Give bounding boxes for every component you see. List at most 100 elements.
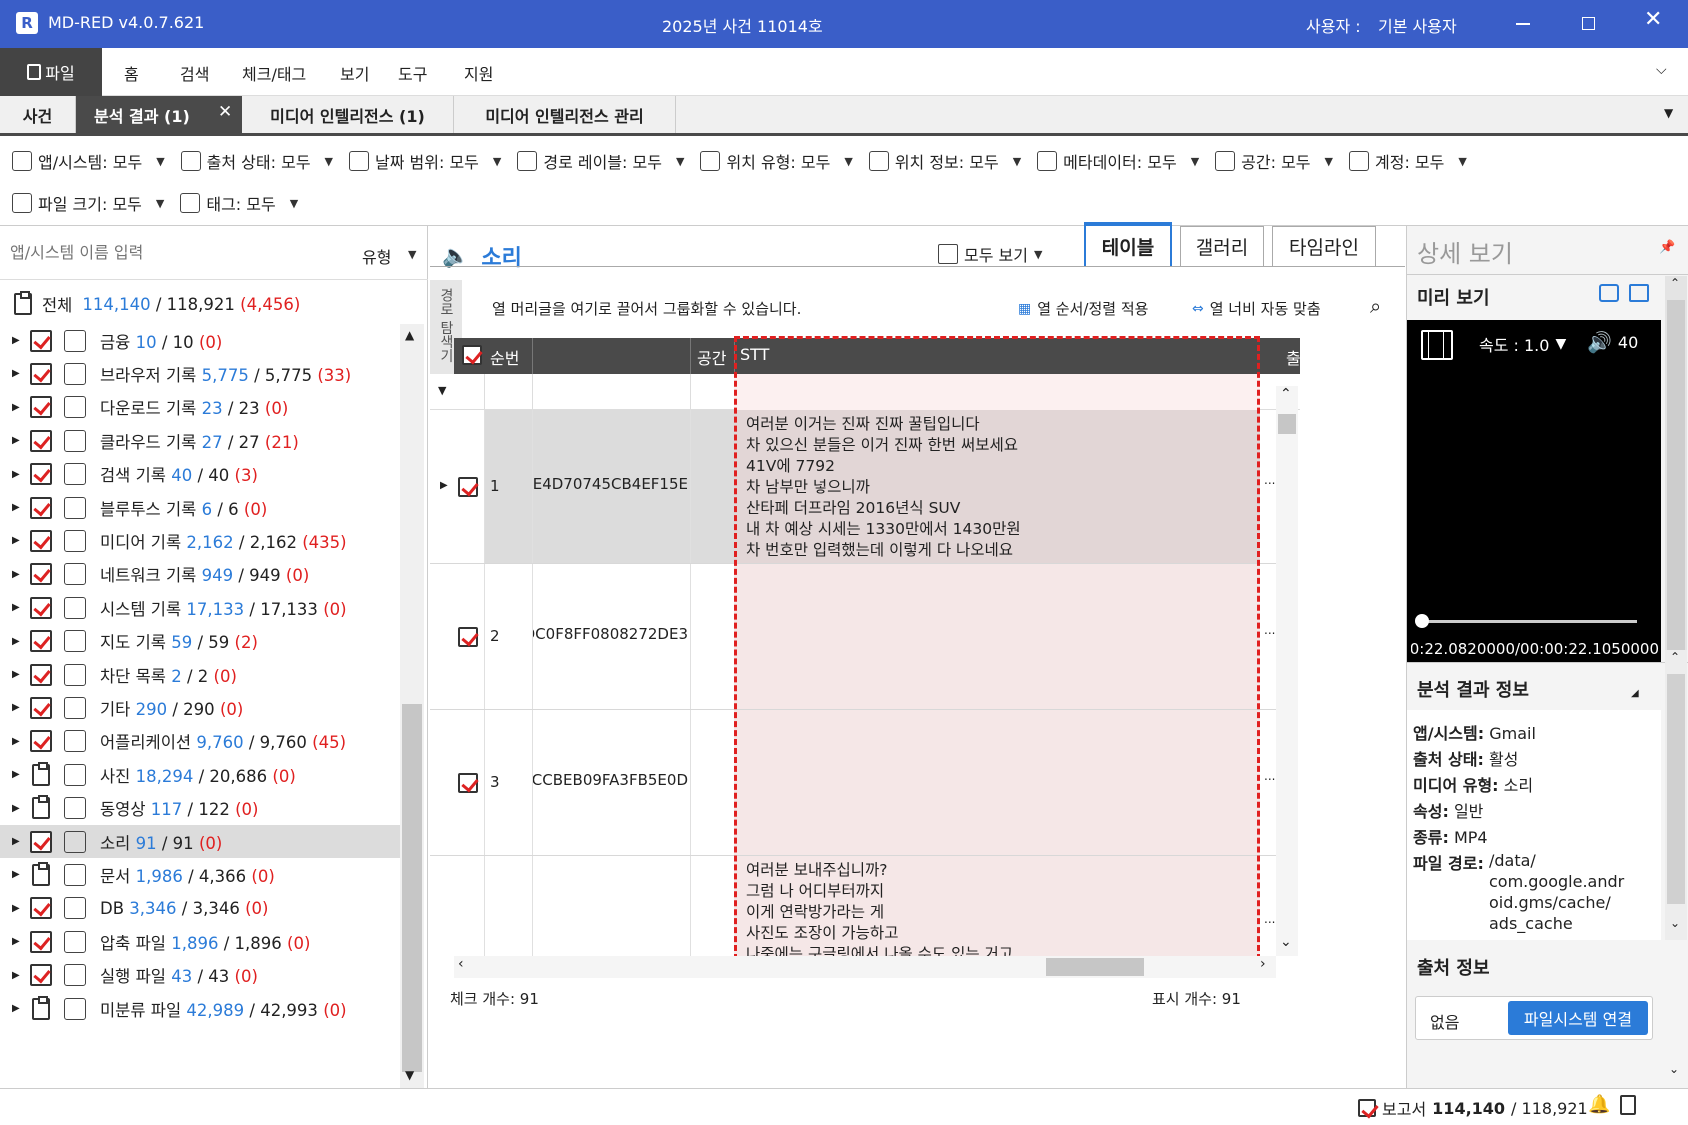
category-checkbox[interactable] [30, 429, 52, 452]
expand-arrow-icon[interactable]: ▶ [12, 903, 20, 914]
tab-gallery[interactable]: 갤러리 [1180, 226, 1264, 266]
apply-column-order-button[interactable]: ▦ 열 순서/정렬 적용 [1018, 298, 1148, 319]
menu-item-1[interactable]: 검색 [180, 61, 209, 85]
grid-scroll-up-icon[interactable]: ⌃ [1280, 386, 1292, 402]
source-none-option[interactable]: 없음 [1430, 1009, 1459, 1033]
grid-vertical-scrollbar[interactable]: ⌃ ⌄ [1276, 386, 1298, 956]
pin-icon[interactable]: 📌 [1659, 240, 1675, 255]
tab-table[interactable]: 테이블 [1084, 222, 1172, 266]
filter-location-pin-icon[interactable]: 위치 정보: 모두 ▼ [868, 149, 1021, 173]
category-checkbox[interactable] [30, 496, 52, 519]
category-checkbox[interactable] [30, 897, 52, 920]
maximize-button[interactable] [1582, 17, 1595, 30]
category-row[interactable]: ▶ 실행 파일 43 / 43 (0) [0, 959, 392, 992]
export-icon[interactable] [1629, 284, 1649, 302]
category-row[interactable]: ▶ 시스템 기록 17,133 / 17,133 (0) [0, 591, 392, 624]
category-checkbox[interactable] [30, 663, 52, 686]
category-row[interactable]: ▶ 검색 기록 40 / 40 (3) [0, 458, 392, 491]
category-row[interactable]: ▶ 다운로드 기록 23 / 23 (0) [0, 391, 392, 424]
task-clipboard-icon[interactable] [1620, 1095, 1636, 1115]
menu-item-5[interactable]: 지원 [464, 61, 493, 85]
expand-arrow-icon[interactable]: ▶ [12, 702, 20, 713]
category-row[interactable]: ▶ 금융 10 / 10 (0) [0, 324, 392, 357]
filter-table-icon[interactable]: 출처 상태: 모두 ▼ [180, 149, 333, 173]
category-checkbox[interactable] [30, 630, 52, 653]
category-partial-checkbox[interactable] [32, 761, 50, 786]
column-header-space[interactable]: 공간 [697, 345, 726, 369]
filter-map-type-icon[interactable]: 위치 유형: 모두 ▼ [700, 149, 853, 173]
notification-bell-icon[interactable]: 🔔 [1588, 1094, 1610, 1115]
grid-scroll-thumb[interactable] [1278, 414, 1296, 434]
menu-item-4[interactable]: 도구 [398, 61, 427, 85]
category-row[interactable]: ▶ 동영상 117 / 122 (0) [0, 792, 392, 825]
expand-arrow-icon[interactable]: ▶ [12, 1003, 20, 1014]
category-row[interactable]: ▶ 미분류 파일 42,989 / 42,993 (0) [0, 992, 392, 1025]
expand-arrow-icon[interactable]: ▶ [12, 936, 20, 947]
category-row[interactable]: ▶ 차단 목록 2 / 2 (0) [0, 658, 392, 691]
detail-scroll-up-icon[interactable]: ⌃ [1670, 276, 1680, 290]
grid-scroll-down-icon[interactable]: ⌄ [1280, 934, 1292, 950]
seek-bar[interactable] [1421, 620, 1637, 623]
report-status[interactable]: 보고서 114,140 / 118,921 [1358, 1096, 1588, 1120]
file-menu-button[interactable]: 파일 [0, 48, 102, 96]
filter-account-icon[interactable]: 계정: 모두 ▼ [1349, 149, 1467, 173]
filter-icon[interactable]: ▼ [438, 384, 446, 397]
view-all-dropdown[interactable]: 모두 보기 ▼ [938, 242, 1042, 266]
category-row[interactable]: ▶ 브라우저 기록 5,775 / 5,775 (33) [0, 357, 392, 390]
category-checkbox[interactable] [30, 730, 52, 753]
detail-scroll-down-icon[interactable]: ⌄ [1669, 1062, 1679, 1076]
category-checkbox[interactable] [30, 964, 52, 987]
volume-control[interactable]: 🔊 40 [1587, 330, 1638, 354]
detail-scrollbar[interactable]: ⌃ [1665, 276, 1687, 676]
expand-arrow-icon[interactable]: ▶ [12, 803, 20, 814]
category-row[interactable]: ▶ 문서 1,986 / 4,366 (0) [0, 858, 392, 891]
info-scrollbar[interactable]: ⌃ ⌄ [1665, 650, 1687, 940]
category-total[interactable]: 전체 114,140 / 118,921 (4,456) [14, 291, 300, 316]
tab-media-intelligence[interactable]: 미디어 인텔리전스 (1) [242, 96, 454, 133]
category-partial-checkbox[interactable] [32, 861, 50, 886]
filter-calendar-icon[interactable]: 날짜 범위: 모두 ▼ [349, 149, 501, 173]
expand-arrow-icon[interactable]: ▶ [12, 836, 20, 847]
category-checkbox[interactable] [30, 930, 52, 953]
search-icon[interactable]: ⌕ [1370, 294, 1381, 318]
ribbon-collapse-chevron-icon[interactable]: ⌵ [1656, 62, 1667, 78]
info-scroll-up-icon[interactable]: ⌃ [1670, 650, 1680, 664]
info-scroll-down-icon[interactable]: ⌄ [1670, 916, 1680, 930]
select-all-checkbox[interactable] [462, 345, 482, 365]
expand-arrow-icon[interactable]: ▶ [12, 435, 20, 446]
expand-arrow-icon[interactable]: ▶ [12, 970, 20, 981]
column-header-extra[interactable]: 출 [1286, 345, 1301, 369]
tab-timeline[interactable]: 타임라인 [1272, 226, 1376, 266]
category-row[interactable]: ▶ 어플리케이션 9,760 / 9,760 (45) [0, 725, 392, 758]
filter-file-size-icon[interactable]: 파일 크기: 모두 ▼ [12, 191, 164, 215]
filter-space-icon[interactable]: 공간: 모두 ▼ [1215, 149, 1333, 173]
category-checkbox[interactable] [30, 830, 52, 853]
grid-horizontal-scrollbar[interactable]: ‹ › [454, 956, 1276, 978]
category-row[interactable]: ▶ 압축 파일 1,896 / 1,896 (0) [0, 925, 392, 958]
column-header-seq[interactable]: 순번 [490, 345, 519, 369]
category-row[interactable]: ▶ DB 3,346 / 3,346 (0) [0, 892, 392, 925]
info-scroll-thumb[interactable] [1667, 674, 1685, 904]
expand-arrow-icon[interactable]: ▶ [12, 636, 20, 647]
tab-case[interactable]: 사건 [0, 96, 76, 133]
speed-dropdown[interactable]: 속도 : 1.0 ▼ [1479, 332, 1566, 356]
category-row[interactable]: ▶ 미디어 기록 2,162 / 2,162 (435) [0, 524, 392, 557]
category-checkbox[interactable] [30, 463, 52, 486]
tab-overflow-icon[interactable]: ▼ [1664, 106, 1673, 120]
category-checkbox[interactable] [30, 563, 52, 586]
seek-handle[interactable] [1415, 614, 1429, 628]
category-row[interactable]: ▶ 클라우드 기록 27 / 27 (21) [0, 424, 392, 457]
expand-arrow-icon[interactable]: ▶ [12, 769, 20, 780]
expand-arrow-icon[interactable]: ▶ [12, 335, 20, 346]
filter-grid-apps-icon[interactable]: 앱/시스템: 모두 ▼ [12, 149, 165, 173]
row-checkbox[interactable] [458, 627, 478, 647]
expand-arrow-icon[interactable]: ▶ [12, 669, 20, 680]
expand-arrow-icon[interactable]: ▶ [12, 535, 20, 546]
grid-hscroll-thumb[interactable] [1046, 958, 1144, 976]
menu-item-2[interactable]: 체크/태그 [242, 61, 306, 85]
scroll-thumb[interactable] [402, 704, 422, 1072]
category-row[interactable]: ▶ 기타 290 / 290 (0) [0, 691, 392, 724]
filter-metadata-icon[interactable]: 메타데이터: 모두 ▼ [1037, 149, 1199, 173]
expand-arrow-icon[interactable]: ▶ [12, 602, 20, 613]
category-checkbox[interactable] [30, 529, 52, 552]
